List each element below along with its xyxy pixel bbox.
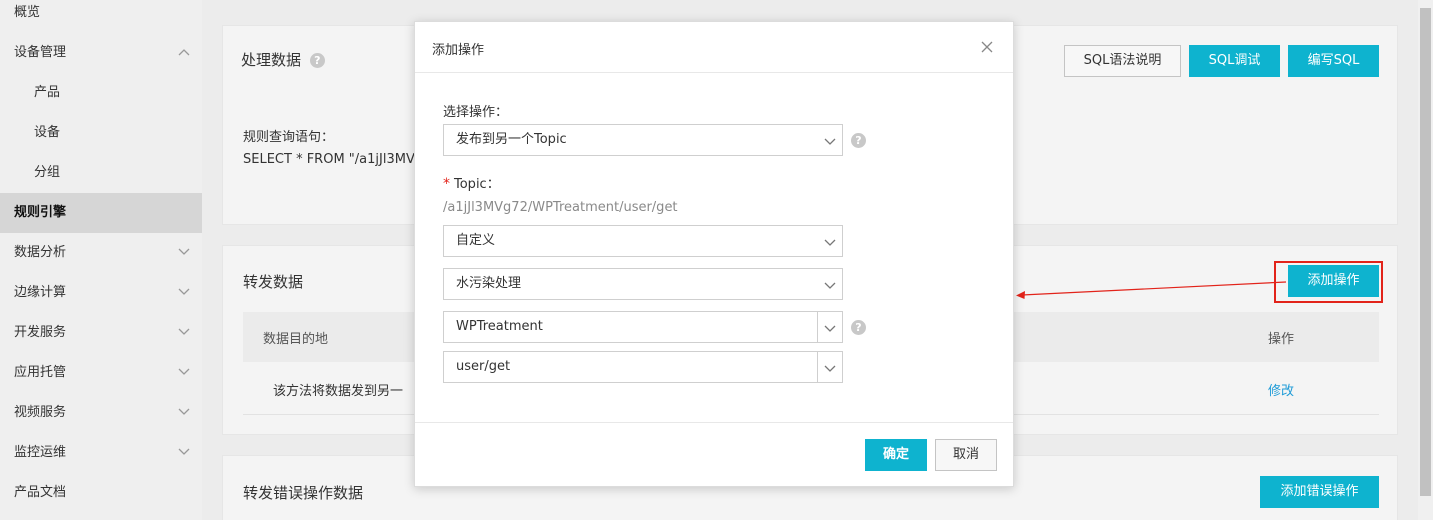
add-error-action-button[interactable]: 添加错误操作 [1260,476,1379,508]
chevron-down-icon [176,233,192,273]
topic-type-value: 自定义 [456,233,496,248]
topic-type-select[interactable]: 自定义 [443,225,843,257]
sidebar-item-label: 开发服务 [14,325,67,340]
topic-suffix-combobox[interactable]: user/get [443,351,843,383]
device-combobox[interactable]: WPTreatment [443,311,843,343]
dialog-footer: 确定 取消 [415,422,1013,486]
select-action-label: 选择操作： [443,105,509,120]
sidebar-item-label: 边缘计算 [14,285,67,300]
sidebar-item-app-hosting[interactable]: 应用托管 [0,353,202,393]
confirm-button[interactable]: 确定 [865,439,927,471]
chevron-down-icon[interactable] [824,362,836,377]
sidebar-item-label: 视频服务 [14,405,67,420]
sidebar-item-label: 监控运维 [14,445,67,460]
action-select[interactable]: 发布到另一个Topic [443,124,843,156]
chevron-down-icon [824,279,836,294]
combo-divider [817,312,818,342]
query-label: 规则查询语句： [243,130,335,145]
sidebar-item-label: 产品 [34,85,61,100]
sidebar-item-edge-computing[interactable]: 边缘计算 [0,273,202,313]
sql-help-button[interactable]: SQL语法说明 [1064,45,1181,77]
query-text: SELECT * FROM "/a1jJl3MV [243,152,415,167]
sidebar-item-label: 设备管理 [14,45,67,60]
product-value: 水污染处理 [456,276,522,291]
chevron-down-icon[interactable] [824,322,836,337]
write-sql-button[interactable]: 编写SQL [1288,45,1379,77]
sidebar-item-label: 应用托管 [14,365,67,380]
chevron-down-icon [824,236,836,251]
chevron-down-icon [824,135,836,150]
help-icon[interactable]: ? [309,53,325,68]
row-description: 该方法将数据发到另一 [273,384,404,399]
sidebar-item-label: 分组 [34,165,61,180]
sidebar-item-label: 设备 [34,125,61,140]
sidebar-item-label: 产品文档 [14,485,67,500]
device-value: WPTreatment [456,319,543,334]
required-marker: * [443,176,450,192]
sidebar-item-overview[interactable]: 概览 [0,0,202,33]
scrollbar[interactable] [1418,0,1433,520]
col-destination: 数据目的地 [263,332,329,347]
annotation-highlight-box [1274,261,1383,303]
edit-link[interactable]: 修改 [1268,380,1294,399]
topic-label: * Topic： [443,173,500,192]
topic-label-text: Topic： [454,177,500,192]
sidebar-item-device[interactable]: 设备 [0,113,202,153]
topic-suffix-value: user/get [456,359,511,374]
forward-data-title: 转发数据 [243,273,304,291]
cancel-button[interactable]: 取消 [935,439,997,471]
sql-debug-button[interactable]: SQL调试 [1189,45,1280,77]
sidebar-item-product-docs[interactable]: 产品文档 [0,473,202,513]
close-icon[interactable] [980,40,996,56]
chevron-down-icon [176,353,192,393]
sidebar-item-video-service[interactable]: 视频服务 [0,393,202,433]
scrollbar-thumb[interactable] [1420,8,1431,496]
sidebar-item-product[interactable]: 产品 [0,73,202,113]
help-icon[interactable]: ? [851,320,866,335]
sidebar-item-rule-engine[interactable]: 规则引擎 [0,193,202,233]
topic-path: /a1jJl3MVg72/WPTreatment/user/get [443,200,678,215]
action-select-value: 发布到另一个Topic [456,132,567,147]
add-action-dialog: 添加操作 选择操作： 发布到另一个Topic ? * Topic： /a1jJl3… [414,21,1014,487]
process-data-title: 处理数据 ? [241,49,325,70]
card-title-text: 处理数据 [241,51,302,69]
sidebar-item-monitoring[interactable]: 监控运维 [0,433,202,473]
chevron-up-icon [176,33,192,73]
sidebar-item-dev-service[interactable]: 开发服务 [0,313,202,353]
sidebar: 概览 设备管理 产品 设备 分组 规则引擎 数据分析 边缘计算 开发服务 应用托… [0,0,202,520]
sidebar-item-data-analysis[interactable]: 数据分析 [0,233,202,273]
sidebar-item-label: 概览 [14,5,41,20]
combo-divider [817,352,818,382]
chevron-down-icon [176,393,192,433]
sidebar-item-label: 规则引擎 [14,205,67,220]
sidebar-item-label: 数据分析 [14,245,67,260]
chevron-down-icon [176,313,192,353]
chevron-down-icon [176,433,192,473]
sidebar-item-device-management[interactable]: 设备管理 [0,33,202,73]
help-icon[interactable]: ? [851,133,866,148]
chevron-down-icon [176,273,192,313]
error-data-title: 转发错误操作数据 [243,484,364,502]
annotation-arrow-icon [1016,281,1287,299]
product-select[interactable]: 水污染处理 [443,268,843,300]
sidebar-item-group[interactable]: 分组 [0,153,202,193]
col-action: 操作 [1268,332,1295,347]
dialog-header: 添加操作 [415,22,1013,73]
dialog-title: 添加操作 [432,43,485,58]
